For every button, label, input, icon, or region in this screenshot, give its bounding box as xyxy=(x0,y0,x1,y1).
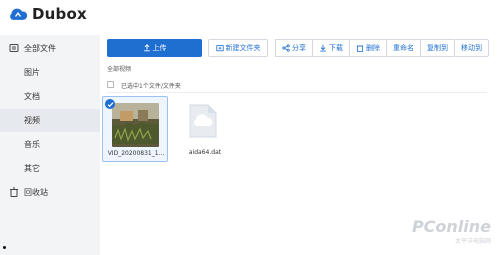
sidebar-item-label: 回收站 xyxy=(24,188,48,197)
upload-button[interactable]: 上传 xyxy=(107,39,202,57)
sidebar-item-images[interactable]: 图片 xyxy=(0,61,100,84)
delete-icon xyxy=(356,45,364,52)
sidebar: 全部文件 图片 文档 视频 音乐 其它 回收站 xyxy=(0,35,100,255)
sidebar-item-music[interactable]: 音乐 xyxy=(0,133,100,156)
download-icon xyxy=(320,44,326,52)
sidebar-item-documents[interactable]: 文档 xyxy=(0,85,100,108)
delete-button[interactable]: 删除 xyxy=(349,39,386,57)
sidebar-item-other[interactable]: 其它 xyxy=(0,157,100,180)
sidebar-item-label: 其它 xyxy=(24,164,40,173)
sidebar-item-videos[interactable]: 视频 xyxy=(0,109,100,132)
cloud-logo-icon xyxy=(10,8,28,20)
selection-bar: 已选中1个文件/文件夹 xyxy=(107,79,487,93)
new-folder-label: 新建文件夹 xyxy=(225,44,261,52)
cloud-file-icon xyxy=(189,104,217,138)
sidebar-item-label: 图片 xyxy=(24,68,40,77)
download-button[interactable]: 下载 xyxy=(312,39,349,57)
file-item-dat[interactable]: aida64.dat xyxy=(172,96,238,162)
video-thumbnail xyxy=(112,103,159,147)
copy-to-button[interactable]: 复制到 xyxy=(420,39,454,57)
file-name: aida64.dat xyxy=(188,149,222,156)
header: Dubox xyxy=(0,0,499,30)
watermark-text: PConline xyxy=(411,217,491,236)
sidebar-item-recycle-bin[interactable]: 回收站 xyxy=(0,181,100,204)
app-window: Dubox 全部文件 图片 文档 视频 音乐 其它 回收站 上传 新建文件夹 分… xyxy=(0,0,499,255)
sidebar-item-label: 音乐 xyxy=(24,140,40,149)
cursor-dot xyxy=(3,246,6,249)
upload-label: 上传 xyxy=(152,44,167,52)
watermark-logo: PConline 太平洋电脑网 xyxy=(412,217,491,245)
trash-icon xyxy=(10,187,18,197)
file-name: VID_20200831_1... xyxy=(107,150,165,157)
new-folder-button[interactable]: 新建文件夹 xyxy=(208,39,268,57)
copy-to-label: 复制到 xyxy=(427,44,448,52)
new-folder-icon xyxy=(215,45,224,52)
app-name: Dubox xyxy=(32,5,87,23)
sidebar-item-label: 视频 xyxy=(24,116,40,125)
share-label: 分享 xyxy=(292,44,306,52)
logo[interactable]: Dubox xyxy=(8,5,87,23)
folder-icon xyxy=(9,44,19,52)
delete-label: 删除 xyxy=(366,44,380,52)
download-label: 下载 xyxy=(329,44,343,52)
move-to-button[interactable]: 移动到 xyxy=(454,39,489,57)
sidebar-item-label: 文档 xyxy=(24,92,40,101)
move-to-label: 移动到 xyxy=(461,44,482,52)
file-item-video[interactable]: VID_20200831_1... xyxy=(102,96,168,162)
share-button[interactable]: 分享 xyxy=(275,39,312,57)
watermark-subtext: 太平洋电脑网 xyxy=(454,238,491,245)
selected-check-icon[interactable] xyxy=(105,99,115,109)
rename-button[interactable]: 重命名 xyxy=(386,39,420,57)
selection-count-text: 已选中1个文件/文件夹 xyxy=(121,83,181,90)
breadcrumb[interactable]: 全部视频 xyxy=(107,64,131,73)
share-icon xyxy=(282,44,290,52)
select-all-checkbox[interactable] xyxy=(107,81,114,88)
sidebar-item-all-files[interactable]: 全部文件 xyxy=(0,37,100,60)
rename-label: 重命名 xyxy=(393,44,414,52)
upload-icon xyxy=(143,44,150,52)
sidebar-item-label: 全部文件 xyxy=(24,44,56,53)
